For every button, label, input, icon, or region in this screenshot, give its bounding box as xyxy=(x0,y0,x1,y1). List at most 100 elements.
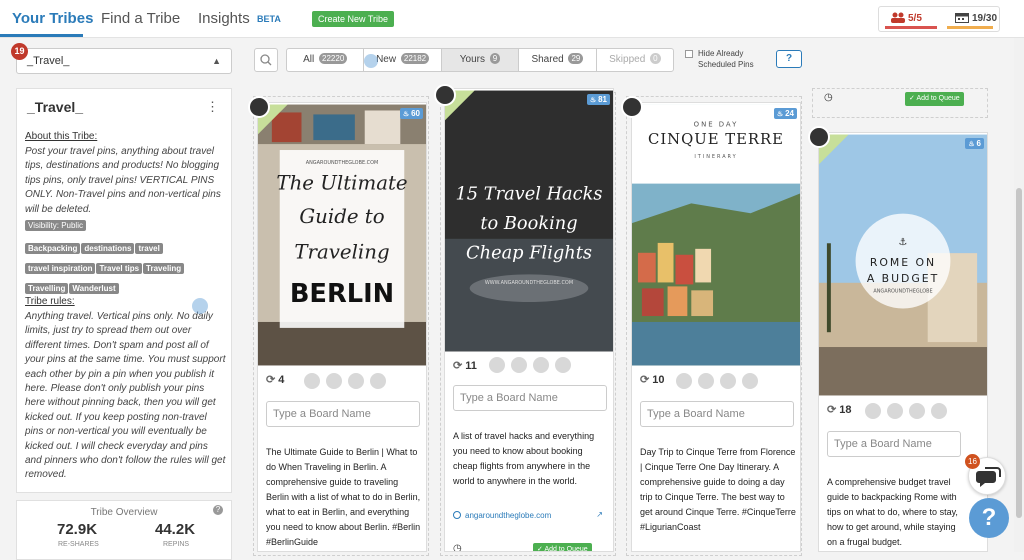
reshare-icon: ⟳ xyxy=(827,404,837,416)
external-link-icon[interactable]: ↗ xyxy=(596,510,603,519)
tag[interactable]: destinations xyxy=(81,243,135,254)
pin-description: Day Trip to Cinque Terre from Florence |… xyxy=(640,447,796,532)
tag[interactable]: travel inspiration xyxy=(25,263,96,274)
filter-all[interactable]: All 22220 xyxy=(287,49,365,71)
reshare-row: ⟳ 18 xyxy=(827,403,851,416)
tribe-overview: Tribe Overview ? 72.9K RE-SHARES 44.2K R… xyxy=(16,500,232,560)
clock-icon: ◷ xyxy=(453,543,462,552)
create-new-tribe-button[interactable]: Create New Tribe xyxy=(312,11,395,27)
filter-shared[interactable]: Shared 29 xyxy=(519,49,597,71)
pin-card: The Ultimate Guide to Traveling BERLIN A… xyxy=(257,102,427,552)
scheduled-stat: 19/30 xyxy=(955,12,997,24)
member-avatar xyxy=(304,373,320,389)
reshare-icon: ⟳ xyxy=(640,374,650,386)
tab-insights[interactable]: Insights xyxy=(198,10,250,27)
add-to-queue-button[interactable]: ✓ Add to Queue xyxy=(533,543,592,551)
active-tab-indicator xyxy=(0,34,83,37)
search-button[interactable] xyxy=(254,48,278,72)
selected-tribe: _Travel_ xyxy=(27,55,70,67)
member-avatar xyxy=(742,373,758,389)
tab-your-tribes[interactable]: Your Tribes xyxy=(12,10,93,27)
filter-count: 0 xyxy=(650,53,661,64)
tag[interactable]: Travelling xyxy=(25,283,69,294)
help-icon[interactable]: ? xyxy=(213,505,223,515)
tab-find-a-tribe[interactable]: Find a Tribe xyxy=(101,10,180,27)
reshare-row: ⟳ 10 xyxy=(640,373,664,386)
pin-image-title: The Ultimate xyxy=(276,172,407,195)
filter-label: Skipped xyxy=(609,54,646,65)
pin-card: ONE DAY CINQUE TERRE ITINERARY ♨ 24 ⟳ 10 … xyxy=(631,102,801,552)
calendar-icon xyxy=(955,13,969,23)
pin-source-link[interactable]: angaroundtheglobe.com xyxy=(453,511,551,520)
scrollbar[interactable] xyxy=(1014,38,1024,552)
board-name-input[interactable]: Type a Board Name xyxy=(453,385,607,411)
reshare-icon: ⟳ xyxy=(266,374,276,386)
tag[interactable]: travel xyxy=(135,243,163,254)
tag[interactable]: Traveling xyxy=(143,263,185,274)
about-title: About this Tribe: xyxy=(25,131,98,142)
help-button[interactable]: ? xyxy=(776,50,802,68)
tag[interactable]: Travel tips xyxy=(96,263,143,274)
pin-image-title: Guide to xyxy=(299,205,384,228)
member-avatar xyxy=(489,357,505,373)
pin-image-title: BERLIN xyxy=(290,279,394,309)
add-to-queue-button[interactable]: ✓ Add to Queue xyxy=(905,92,964,106)
cursor-highlight xyxy=(364,54,378,68)
hide-scheduled-checkbox[interactable] xyxy=(685,50,693,58)
pin-image-title: A BUDGET xyxy=(867,272,939,285)
pin-image-title: CINQUE TERRE xyxy=(648,131,784,148)
member-avatar xyxy=(909,403,925,419)
beta-badge: BETA xyxy=(257,14,281,24)
pin-image[interactable]: The Ultimate Guide to Traveling BERLIN A… xyxy=(258,103,426,367)
cursor-highlight xyxy=(192,298,208,314)
pin-image-site: ANGAROUNDTHEGLOBE xyxy=(873,289,932,295)
visibility-badge: Visibility: Public xyxy=(25,220,86,231)
tribe-count-badge: 19 xyxy=(11,43,28,60)
tag-list: Backpacking destinations travel travel insp… xyxy=(25,238,229,298)
scrollbar-thumb[interactable] xyxy=(1016,188,1022,518)
help-float-button[interactable]: ? xyxy=(969,498,1009,538)
filter-label: New xyxy=(376,54,397,65)
kebab-menu-icon[interactable]: ⋮ xyxy=(206,99,219,115)
pin-source-text: angaroundtheglobe.com xyxy=(465,511,552,520)
avatar xyxy=(434,84,456,106)
repin-count: 24 xyxy=(785,109,794,118)
member-avatar xyxy=(720,373,736,389)
pin-image-kicker: ONE DAY xyxy=(694,120,739,128)
filter-yours[interactable]: Yours 9 xyxy=(441,49,520,71)
tag[interactable]: Wanderlust xyxy=(69,283,119,294)
repins-label: REPINS xyxy=(163,541,190,548)
about-panel: _Travel_ ⋮ About this Tribe: Post your t… xyxy=(16,88,232,493)
pin-image[interactable]: ⚓ ROME ON A BUDGET ANGAROUNDTHEGLOBE xyxy=(819,133,987,397)
pin-image[interactable]: 15 Travel Hacks to Booking Cheap Flights… xyxy=(445,89,613,353)
pin-image[interactable]: ONE DAY CINQUE TERRE ITINERARY xyxy=(632,103,800,367)
member-avatar xyxy=(698,373,714,389)
filter-skipped[interactable]: Skipped 0 xyxy=(597,49,673,71)
member-avatar xyxy=(865,403,881,419)
pin-image-sub: ITINERARY xyxy=(694,154,737,160)
avatar xyxy=(621,96,643,118)
tribe-select[interactable]: _Travel_ ▲ xyxy=(16,48,232,74)
scheduled-progress xyxy=(947,26,993,29)
flame-icon: ♨ xyxy=(968,141,977,148)
filter-label: All xyxy=(303,54,315,65)
board-name-input[interactable]: Type a Board Name xyxy=(266,401,420,427)
repin-count-badge: ♨ 24 xyxy=(773,108,797,119)
clock-icon: ◷ xyxy=(824,92,833,103)
rules-title: Tribe rules: xyxy=(25,296,75,307)
member-avatar xyxy=(887,403,903,419)
reshare-row: ⟳ 11 xyxy=(453,359,477,372)
filter-count: 22182 xyxy=(400,53,430,64)
top-navigation: Your Tribes Find a Tribe Insights BETA C… xyxy=(0,0,1024,38)
flame-icon: ♨ xyxy=(589,97,599,104)
board-name-input[interactable]: Type a Board Name xyxy=(640,401,794,427)
overview-title: Tribe Overview xyxy=(90,507,158,518)
tag[interactable]: Backpacking xyxy=(25,243,81,254)
filter-count: 9 xyxy=(489,53,501,64)
board-name-input[interactable]: Type a Board Name xyxy=(827,431,961,457)
member-avatar xyxy=(555,357,571,373)
select-arrows-icon: ▲ xyxy=(212,56,221,66)
filter-count: 29 xyxy=(568,53,584,64)
reshare-count: 10 xyxy=(652,374,665,386)
filter-label: Shared xyxy=(531,54,564,65)
